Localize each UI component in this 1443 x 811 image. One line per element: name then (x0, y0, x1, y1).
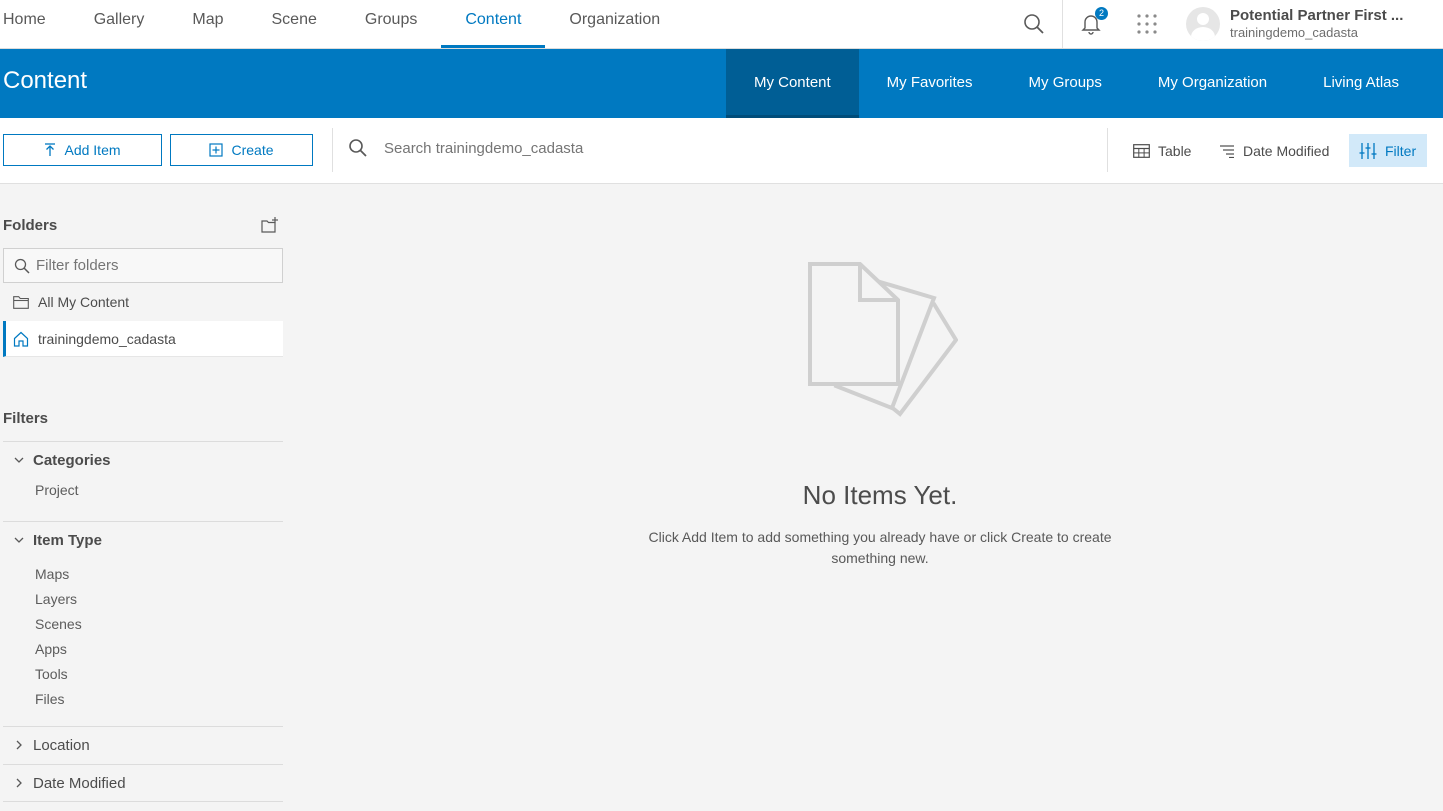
search-icon (349, 139, 367, 157)
sort-label: Date Modified (1243, 142, 1330, 159)
folder-trainingdemo-cadasta[interactable]: trainingdemo_cadasta (3, 321, 283, 357)
nav-tab-scene[interactable]: Scene (248, 0, 341, 48)
main-nav-tabs: Home Gallery Map Scene Groups Content Or… (0, 0, 684, 48)
avatar (1186, 7, 1220, 41)
filter-group-date-modified: Date Modified (3, 764, 283, 802)
table-icon (1133, 143, 1150, 158)
filter-option-scenes[interactable]: Scenes (3, 612, 283, 637)
tab-my-groups[interactable]: My Groups (1001, 49, 1130, 118)
filter-group-item-type: Item Type Maps Layers Scenes Apps Tools … (3, 521, 283, 712)
notifications-button[interactable]: 2 (1080, 0, 1108, 48)
add-item-button[interactable]: Add Item (3, 134, 162, 166)
nav-divider (1062, 0, 1063, 48)
upload-icon (45, 143, 56, 156)
filter-option-layers[interactable]: Layers (3, 587, 283, 612)
sliders-icon (1359, 142, 1377, 159)
filter-toggle-item-type[interactable]: Item Type (3, 522, 283, 558)
nav-tab-groups[interactable]: Groups (341, 0, 441, 48)
filter-toggle-date-modified[interactable]: Date Modified (3, 765, 283, 801)
folder-filter (3, 248, 283, 283)
nav-tab-content[interactable]: Content (441, 0, 546, 48)
folder-label: All My Content (38, 294, 130, 310)
create-button[interactable]: Create (170, 134, 313, 166)
add-item-label: Add Item (64, 142, 121, 158)
create-label: Create (231, 142, 274, 158)
home-folder-icon (13, 331, 29, 347)
filter-option-tools[interactable]: Tools (3, 662, 283, 687)
app-grid-icon (1137, 14, 1157, 34)
chevron-right-icon (16, 740, 22, 750)
search-input[interactable] (384, 139, 984, 157)
folder-icon (13, 295, 29, 309)
filter-group-label: Categories (33, 451, 111, 469)
filter-option-project[interactable]: Project (3, 478, 283, 503)
empty-message: Click Add Item to add something you alre… (648, 529, 1112, 566)
notification-badge: 2 (1095, 7, 1108, 20)
filter-option-apps[interactable]: Apps (3, 637, 283, 662)
sort-button[interactable]: Date Modified (1209, 134, 1339, 167)
search-icon (14, 258, 30, 274)
folder-label: trainingdemo_cadasta (38, 330, 176, 347)
add-folder-icon (261, 217, 278, 233)
chevron-down-icon (14, 537, 24, 543)
page-title: Content (3, 67, 88, 94)
folders-heading: Folders (3, 217, 58, 234)
filter-button[interactable]: Filter (1349, 134, 1427, 167)
filter-group-label: Item Type (33, 531, 102, 549)
tab-my-content[interactable]: My Content (725, 49, 859, 118)
filter-group-label: Date Modified (33, 774, 126, 792)
filter-label: Filter (1385, 142, 1417, 159)
filter-option-maps[interactable]: Maps (3, 562, 283, 587)
content-toolbar: Add Item Create Table Date Modified Filt… (0, 118, 1443, 184)
nav-tab-home[interactable]: Home (0, 0, 70, 48)
view-label: Table (1158, 142, 1192, 159)
filter-folders-input[interactable] (36, 257, 276, 274)
sort-lines-icon (1220, 144, 1234, 158)
filter-option-files[interactable]: Files (3, 687, 283, 712)
filter-toggle-categories[interactable]: Categories (3, 442, 283, 478)
tab-living-atlas[interactable]: Living Atlas (1295, 49, 1427, 118)
filter-group-label: Location (33, 736, 90, 754)
search-icon (1024, 14, 1044, 34)
content-subtabs: My Content My Favorites My Groups My Org… (725, 49, 1427, 118)
user-display-name: Potential Partner First ... (1230, 7, 1404, 24)
search-button[interactable] (1020, 0, 1048, 48)
toolbar-divider (1107, 128, 1108, 172)
view-table-button[interactable]: Table (1123, 134, 1201, 167)
filter-toggle-location[interactable]: Location (3, 727, 283, 763)
filters-heading: Filters (3, 410, 49, 427)
empty-state: No Items Yet. Click Add Item to add some… (580, 258, 1180, 569)
folder-all-my-content[interactable]: All My Content (3, 284, 283, 320)
filter-group-location: Location (3, 726, 283, 763)
user-handle: trainingdemo_cadasta (1230, 25, 1358, 40)
top-navigation: Home Gallery Map Scene Groups Content Or… (0, 0, 1443, 49)
new-folder-button[interactable] (261, 217, 279, 238)
plus-square-icon (209, 143, 224, 157)
user-menu[interactable]: Potential Partner First ... trainingdemo… (1186, 2, 1403, 46)
nav-tab-organization[interactable]: Organization (545, 0, 684, 48)
toolbar-divider (332, 128, 333, 172)
filter-group-categories: Categories Project (3, 441, 283, 503)
nav-tab-gallery[interactable]: Gallery (70, 0, 169, 48)
content-search (348, 138, 984, 158)
nav-tab-map[interactable]: Map (168, 0, 247, 48)
content-banner: Content My Content My Favorites My Group… (0, 49, 1443, 118)
empty-documents-icon (808, 262, 958, 417)
tab-my-favorites[interactable]: My Favorites (859, 49, 1001, 118)
app-launcher-button[interactable] (1135, 0, 1159, 48)
chevron-down-icon (14, 457, 24, 463)
empty-title: No Items Yet. (802, 480, 958, 510)
tab-my-organization[interactable]: My Organization (1130, 49, 1295, 118)
chevron-right-icon (16, 778, 22, 788)
